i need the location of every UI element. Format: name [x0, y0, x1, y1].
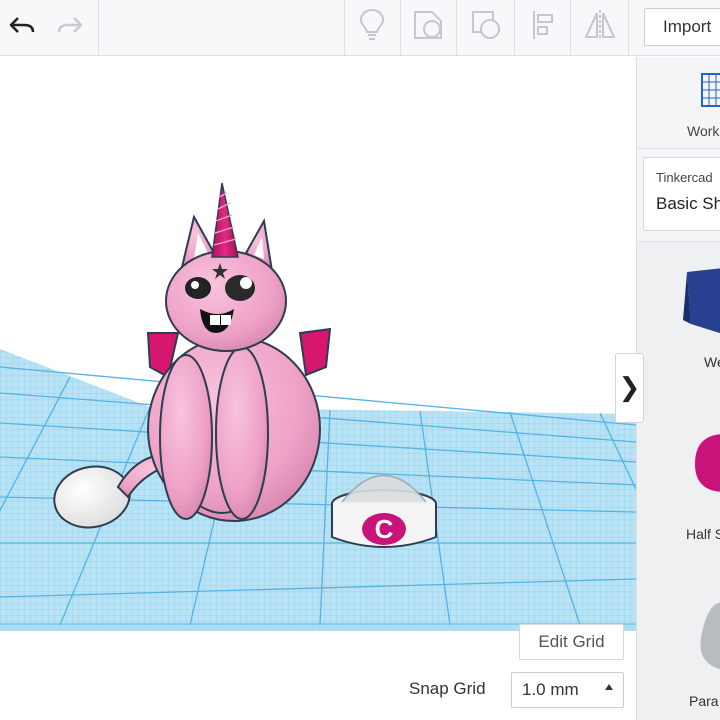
top-toolbar: Import [0, 0, 720, 56]
workplane-label: Work [687, 123, 720, 139]
workplane-tool[interactable]: Work [637, 57, 720, 149]
snap-grid-value: 1.0 mm [522, 680, 579, 699]
library-name: Basic Sh [656, 194, 720, 213]
unicorn-horn[interactable] [211, 182, 239, 258]
shape-label-wedge: We [704, 354, 720, 370]
redo-arrow-icon [56, 15, 84, 40]
library-provider: Tinkercad [656, 170, 713, 185]
tinkercad-editor: Import C Work Tinkercad Basic Sh W Half … [0, 0, 720, 720]
undo-button[interactable] [0, 6, 44, 48]
lightbulb-icon [359, 8, 385, 47]
redo-button[interactable] [48, 6, 92, 48]
snap-grid-label: Snap Grid [409, 679, 486, 698]
import-button[interactable]: Import [644, 8, 720, 46]
solid-tool-button[interactable] [406, 6, 450, 48]
undo-arrow-icon [8, 15, 36, 40]
wedge-shape-icon [683, 268, 720, 345]
mirror-button[interactable] [578, 6, 622, 48]
toolbar-separator [514, 0, 515, 56]
shape-library-selector[interactable]: Tinkercad Basic Sh [643, 157, 720, 231]
toolbar-separator [628, 0, 629, 56]
cat-head[interactable] [165, 250, 287, 352]
paraboloid-shape-icon [697, 600, 720, 679]
chevron-right-icon: ❯ [618, 373, 641, 403]
shape-label-paraboloid: Para [689, 693, 719, 709]
toolbar-separator [570, 0, 571, 56]
toolbar-separator [400, 0, 401, 56]
panel-collapse-button[interactable]: ❯ [615, 353, 644, 423]
mirror-icon [583, 9, 617, 46]
caret-up-icon [605, 684, 613, 690]
half-sphere-shape-icon [695, 432, 720, 497]
bowl-letter: C [375, 514, 394, 544]
edit-grid-button[interactable]: Edit Grid [519, 624, 624, 660]
edit-grid-label: Edit Grid [538, 632, 605, 651]
align-icon [531, 9, 557, 46]
shapes-panel: Work Tinkercad Basic Sh We Half S [636, 57, 720, 720]
hole-tool-button[interactable] [464, 6, 508, 48]
toolbar-separator [344, 0, 345, 56]
snap-grid-select[interactable]: 1.0 mm [511, 672, 624, 708]
toolbar-separator [98, 0, 99, 56]
shape-item-wedge[interactable]: We [637, 242, 720, 387]
toolbar-separator [456, 0, 457, 56]
shapes-list: We Half S Para [637, 241, 720, 720]
align-button[interactable] [522, 6, 566, 48]
shape-label-half-sphere: Half S [686, 526, 720, 542]
import-label: Import [663, 17, 712, 36]
hole-shape-icon [470, 9, 502, 46]
note-shape-icon [412, 9, 444, 46]
shape-item-half-sphere[interactable]: Half S [637, 412, 720, 562]
scene-3d-view[interactable]: C [0, 57, 636, 720]
workplane-canvas[interactable]: C [0, 57, 636, 720]
notes-tool-button[interactable] [350, 6, 394, 48]
shape-item-paraboloid[interactable]: Para [637, 582, 720, 720]
workplane-grid-icon [699, 71, 720, 114]
